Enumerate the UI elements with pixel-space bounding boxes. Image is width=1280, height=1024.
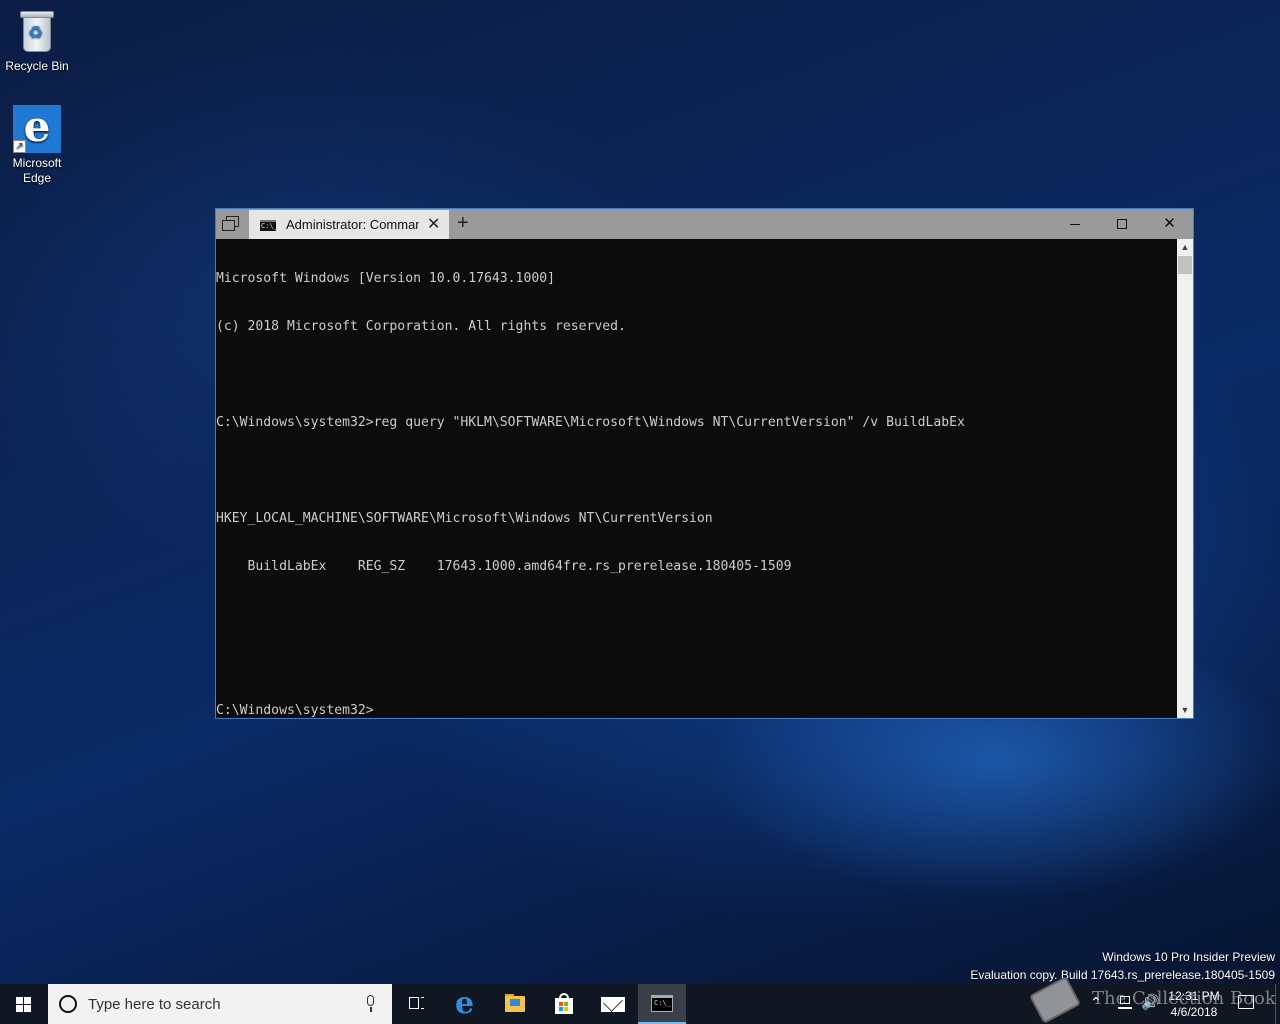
- windows-logo-icon: [16, 997, 32, 1012]
- network-icon[interactable]: [1117, 996, 1133, 1011]
- store-icon[interactable]: [540, 984, 588, 1024]
- watermark-edition: Windows 10 Pro Insider Preview: [1102, 950, 1275, 964]
- task-view-icon[interactable]: [392, 984, 440, 1024]
- clock-date: 4/6/2018: [1170, 1005, 1218, 1019]
- console-line: C:\Windows\system32>reg query "HKLM\SOFT…: [216, 415, 965, 430]
- desktop-icon-recycle-bin[interactable]: ♻ Recycle Bin: [0, 8, 74, 74]
- desktop-icon-label: Recycle Bin: [5, 59, 69, 73]
- close-icon[interactable]: ✕: [427, 214, 440, 234]
- taskbar: Type here to search e C:\_ ⌃ 🔊 12:31 PM …: [0, 984, 1280, 1024]
- tab-list-icon[interactable]: [222, 216, 240, 232]
- close-button[interactable]: ✕: [1146, 209, 1193, 239]
- console-line: Microsoft Windows [Version 10.0.17643.10…: [216, 271, 555, 286]
- search-box[interactable]: Type here to search: [48, 984, 392, 1024]
- console-prompt-line: C:\Windows\system32>: [216, 703, 374, 718]
- desktop-icon-edge[interactable]: e ↗ Microsoft Edge: [0, 105, 74, 186]
- scroll-up-icon[interactable]: ▲: [1177, 239, 1193, 255]
- scroll-thumb[interactable]: [1178, 256, 1192, 274]
- new-tab-icon[interactable]: +: [457, 212, 469, 235]
- command-prompt-icon[interactable]: C:\_: [638, 984, 686, 1024]
- maximize-button[interactable]: [1098, 209, 1145, 239]
- clock[interactable]: 12:31 PM 4/6/2018: [1160, 988, 1228, 1020]
- console-line: (c) 2018 Microsoft Corporation. All righ…: [216, 319, 626, 334]
- mail-icon[interactable]: [589, 984, 637, 1024]
- console-window: C:\_ Administrator: Command Prompt ✕ + ✕…: [215, 208, 1194, 719]
- show-hidden-icons-icon[interactable]: ⌃: [1090, 994, 1102, 1011]
- console-line: HKEY_LOCAL_MACHINE\SOFTWARE\Microsoft\Wi…: [216, 511, 713, 526]
- cortana-icon[interactable]: [59, 995, 77, 1013]
- minimize-button[interactable]: [1051, 209, 1098, 239]
- start-button[interactable]: [0, 984, 48, 1024]
- desktop-icon-label: Microsoft Edge: [12, 156, 62, 185]
- tab-title: Administrator: Command Prompt: [286, 217, 419, 232]
- title-bar[interactable]: C:\_ Administrator: Command Prompt ✕ + ✕: [216, 209, 1193, 239]
- clock-time: 12:31 PM: [1168, 989, 1220, 1003]
- search-placeholder: Type here to search: [88, 996, 221, 1013]
- edge-icon[interactable]: e: [442, 984, 490, 1024]
- microphone-icon[interactable]: [365, 995, 375, 1013]
- show-desktop-button[interactable]: [1275, 984, 1280, 1024]
- console-output[interactable]: Microsoft Windows [Version 10.0.17643.10…: [216, 239, 1177, 718]
- vertical-scrollbar[interactable]: ▲ ▼: [1177, 239, 1193, 718]
- volume-icon[interactable]: 🔊: [1141, 993, 1160, 1011]
- action-center-icon[interactable]: [1238, 995, 1254, 1009]
- edge-icon: e ↗: [13, 105, 61, 153]
- console-line: BuildLabEx REG_SZ 17643.1000.amd64fre.rs…: [216, 559, 792, 574]
- tab-command-prompt[interactable]: C:\_ Administrator: Command Prompt ✕: [249, 210, 449, 239]
- scroll-down-icon[interactable]: ▼: [1177, 702, 1193, 718]
- watermark-build: Evaluation copy. Build 17643.rs_prerelea…: [970, 968, 1275, 982]
- command-prompt-icon: C:\_: [260, 220, 278, 231]
- file-explorer-icon[interactable]: [491, 984, 539, 1024]
- recycle-bin-icon: ♻: [13, 8, 61, 56]
- shortcut-arrow-icon: ↗: [13, 140, 26, 153]
- evaluation-watermark: Windows 10 Pro Insider Preview Evaluatio…: [970, 948, 1275, 984]
